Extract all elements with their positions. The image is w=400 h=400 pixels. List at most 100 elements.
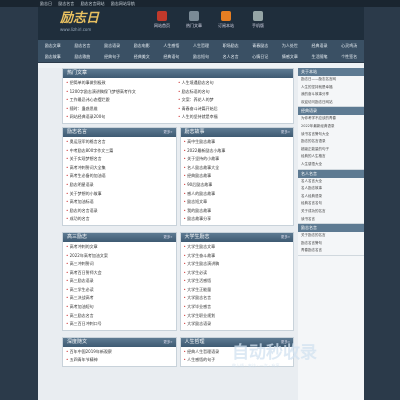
rss-button[interactable]: 订阅本站 [214,11,238,29]
nav-item[interactable]: 励志故事 [38,51,68,62]
list-item[interactable]: 工作最忌讳心态摆烂跟 [66,96,178,105]
list-item[interactable]: 青春奋斗诗篇开始后 [178,105,290,114]
list-item[interactable]: 关于坚持的小故事 [184,155,291,164]
more-link[interactable]: 更多» [281,128,290,137]
list-item[interactable]: 励志短文章 [184,198,291,207]
nav-item[interactable]: 青春励志 [245,40,275,51]
list-item[interactable]: 高三励志名言 [66,312,173,321]
nav-item[interactable]: 个性签名 [334,51,364,62]
sidebar-item[interactable]: 2022年最新经典语录 [298,123,364,131]
more-link[interactable]: 更多» [281,233,290,242]
list-item[interactable]: 大学励志语录 [184,320,291,329]
sidebar-item[interactable]: 励志日——励志名言网 [298,76,364,84]
sidebar-item[interactable]: 经典的人生格言 [298,153,364,161]
nav-item[interactable]: 职场励志 [216,40,246,51]
sidebar-item[interactable]: 我的奋斗故事分享 [298,91,364,99]
list-item[interactable]: 大学生励志演讲稿 [184,260,291,269]
list-item[interactable]: 高考加油标语 [66,198,173,207]
list-item[interactable]: 大学生职业规划 [184,312,291,321]
more-link[interactable]: 更多» [163,338,172,347]
sidebar-item[interactable]: 励志名言警句 [298,240,364,248]
more-link[interactable]: 更多» [163,128,172,137]
top-link[interactable]: 励志名言网站 [81,1,105,6]
list-item[interactable]: 网站经典语录200句 [66,113,178,122]
list-item[interactable]: 关于实现梦想名言 [66,155,173,164]
list-item[interactable]: 高考生必备的加油语 [66,172,173,181]
nav-item[interactable]: 励志名言 [68,40,98,51]
list-item[interactable]: 高考百日誓师大会 [66,269,173,278]
list-item[interactable]: 大学生活感悟 [184,277,291,286]
nav-item[interactable]: 为人处世 [275,40,305,51]
nav-item[interactable]: 励志短句 [186,51,216,62]
list-item[interactable]: 励志故事分享 [184,215,291,224]
list-item[interactable]: 关于梦想的小故事 [66,190,173,199]
list-item[interactable]: 1200字励志演讲稿保飞梦想高考作文 [66,88,178,97]
home-button[interactable]: 网站首页 [150,11,174,29]
nav-item[interactable]: 励志电影 [127,40,157,51]
list-item[interactable]: 大学生正能量 [184,286,291,295]
nav-item[interactable]: 励志语录 [97,40,127,51]
nav-item[interactable]: 人生感悟 [157,40,187,51]
list-item[interactable]: 人生的坚持就是幸福 [178,113,290,122]
list-item[interactable]: 名人励志故事大全 [184,164,291,173]
sidebar-item[interactable]: 关于成功的名言 [298,208,364,216]
list-item[interactable]: 经典励志故事 [184,172,291,181]
list-item[interactable]: 高三学生必读 [66,286,173,295]
list-item[interactable]: 高三百日冲刺口号 [66,320,173,329]
sidebar-item[interactable]: 欢迎访问励志日网站 [298,99,364,107]
list-item[interactable]: 百年中国2019年新观察 [66,348,173,357]
sidebar-item[interactable]: 励志的名言语录 [298,138,364,146]
sidebar-item[interactable]: 青春励志名言 [298,247,364,255]
list-item[interactable]: 高考冲刺的文章 [66,243,173,252]
hot-articles-button[interactable]: 热门文章 [182,11,206,29]
sidebar-item[interactable]: 名人名言大全 [298,178,364,186]
list-item[interactable]: 把简单的事做到极致 [66,79,178,88]
list-item[interactable]: 随时：蛊惑思维 [66,105,178,114]
list-item[interactable]: 我的励志故事 [184,207,291,216]
nav-item[interactable]: 情感文章 [275,51,305,62]
nav-item[interactable]: 名人名言 [216,51,246,62]
list-item[interactable]: 感人的励志故事 [184,190,291,199]
sidebar-item[interactable]: 关于励志的名言 [298,232,364,240]
mobile-button[interactable]: 手机版 [246,11,270,29]
nav-item[interactable]: 生活随笔 [305,51,335,62]
nav-item[interactable]: 经典语句 [157,51,187,62]
list-item[interactable]: 奥运冠军的格言名言 [66,138,173,147]
list-item[interactable]: 高中生励志故事 [184,138,291,147]
nav-item[interactable]: 励志歌曲 [68,51,98,62]
list-item[interactable]: 高三冲刺誓词 [66,260,173,269]
nav-item[interactable]: 心灵鸡汤 [334,40,364,51]
list-item[interactable]: 高考加油短句 [66,303,173,312]
list-item[interactable]: 高三决战高考 [66,294,173,303]
list-item[interactable]: 文案：养花人的梦 [178,96,290,105]
nav-item[interactable]: 人生哲理 [186,40,216,51]
nav-item[interactable]: 励志文章 [38,40,68,51]
top-link[interactable]: 励志网站导航 [111,1,135,6]
list-item[interactable]: 90后励志故事 [184,181,291,190]
list-item[interactable]: 五四青年节精神 [66,356,173,365]
list-item[interactable]: 励志的名言语录 [66,207,173,216]
sidebar-item[interactable]: 名人励志故事 [298,185,364,193]
more-link[interactable]: 更多» [163,233,172,242]
list-item[interactable]: 高三励志语录 [66,277,173,286]
sidebar-item[interactable]: 读书名言警句大全 [298,131,364,139]
nav-item[interactable]: 经典语录 [305,40,335,51]
nav-item[interactable]: 经典美文 [127,51,157,62]
list-item[interactable]: 励志标语的名句 [178,88,290,97]
sidebar-item[interactable]: 为你考学不应该的青春 [298,115,364,123]
nav-item[interactable]: 经典句子 [97,51,127,62]
list-item[interactable]: 成功的名言 [66,215,173,224]
sidebar-item[interactable]: 人生感悟大全 [298,161,364,169]
list-item[interactable]: 2022最新励志小故事 [184,147,291,156]
list-item[interactable]: 人生境遇励志名句 [178,79,290,88]
list-item[interactable]: 大学生必读 [184,269,291,278]
sidebar-item[interactable]: 人生的坚持就是幸福 [298,84,364,92]
top-link[interactable]: 励志名言 [58,1,74,6]
nav-item[interactable]: 心情日记 [245,51,275,62]
site-logo[interactable]: 励志日 www.lizhirl.com [60,11,140,35]
list-item[interactable]: 大学毕业感言 [184,303,291,312]
sidebar-item[interactable]: 读书名言 [298,216,364,224]
list-item[interactable]: 2022年高考加油文案 [66,252,173,261]
list-item[interactable]: 励志明星语录 [66,181,173,190]
list-item[interactable]: 大学励志名言 [184,294,291,303]
